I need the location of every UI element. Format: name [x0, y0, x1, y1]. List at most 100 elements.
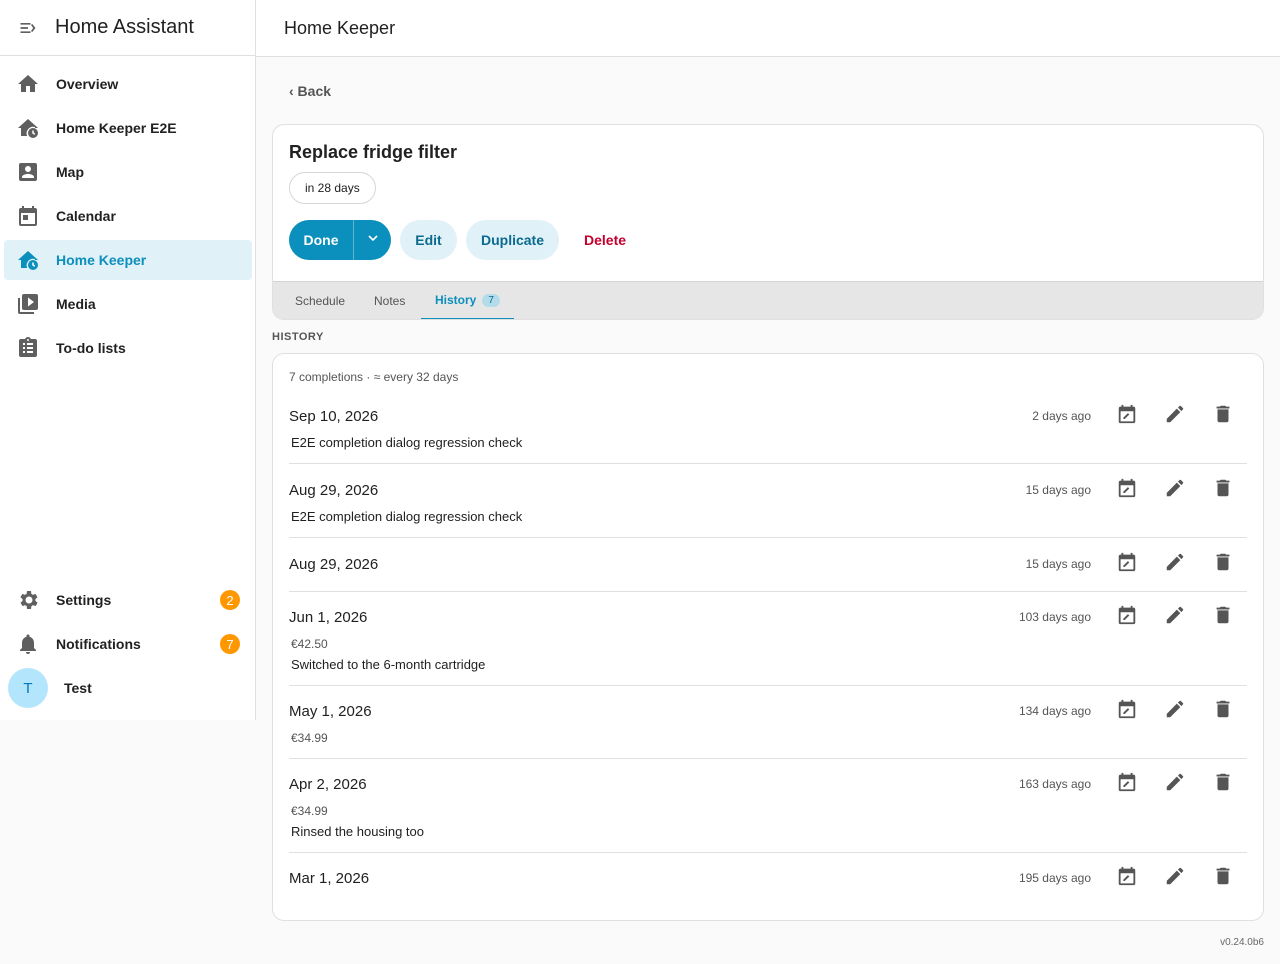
- entry-date: Sep 10, 2026: [289, 407, 379, 425]
- edit-entry-button[interactable]: [1163, 478, 1187, 502]
- reschedule-button[interactable]: [1115, 478, 1139, 502]
- sidebar-item-overview[interactable]: Overview: [4, 64, 252, 104]
- calendar-edit-icon: [1116, 477, 1138, 504]
- trash-icon: [1212, 604, 1234, 631]
- entry-relative-time: 2 days ago: [1032, 409, 1091, 423]
- calendar-edit-icon: [1116, 403, 1138, 430]
- sidebar-item-label: Map: [56, 164, 84, 180]
- sidebar-item-settings[interactable]: Settings 2: [4, 580, 252, 620]
- pencil-icon: [1164, 403, 1186, 430]
- reschedule-button[interactable]: [1115, 772, 1139, 796]
- delete-button[interactable]: Delete: [584, 220, 626, 260]
- settings-badge: 2: [220, 590, 240, 610]
- done-button[interactable]: Done: [289, 220, 354, 260]
- edit-entry-button[interactable]: [1163, 404, 1187, 428]
- history-section-label: HISTORY: [272, 331, 324, 343]
- back-link[interactable]: ‹ Back: [289, 83, 331, 99]
- home-clock-icon: [16, 248, 40, 272]
- trash-icon: [1212, 477, 1234, 504]
- edit-entry-button[interactable]: [1163, 772, 1187, 796]
- top-bar: Home Keeper: [256, 0, 1280, 57]
- trash-icon: [1212, 551, 1234, 578]
- tab-schedule[interactable]: Schedule: [295, 282, 345, 319]
- edit-button[interactable]: Edit: [400, 220, 457, 260]
- sidebar-item-label: Settings: [56, 592, 112, 608]
- pencil-icon: [1164, 865, 1186, 892]
- entry-date: Aug 29, 2026: [289, 481, 379, 499]
- entry-date: Aug 29, 2026: [289, 555, 379, 573]
- sidebar-item-todo-lists[interactable]: To-do lists: [4, 328, 252, 368]
- history-card: 7 completions · ≈ every 32 days Sep 10, …: [272, 353, 1264, 921]
- home-clock-icon: [16, 116, 40, 140]
- tab-label: Notes: [374, 294, 406, 308]
- history-entry: Sep 10, 2026 2 days ago E2E completion dia…: [289, 401, 1247, 464]
- chevron-down-icon: [365, 230, 381, 251]
- entry-cost: €34.99: [291, 804, 328, 818]
- clipboard-list-icon: [16, 336, 40, 360]
- sidebar-item-profile[interactable]: T Test: [4, 668, 252, 708]
- reschedule-button[interactable]: [1115, 552, 1139, 576]
- trash-icon: [1212, 771, 1234, 798]
- duplicate-button[interactable]: Duplicate: [466, 220, 559, 260]
- sidebar-item-notifications[interactable]: Notifications 7: [4, 624, 252, 664]
- trash-icon: [1212, 865, 1234, 892]
- menu-collapse-icon[interactable]: [18, 18, 38, 38]
- entry-date: Jun 1, 2026: [289, 608, 368, 626]
- reschedule-button[interactable]: [1115, 866, 1139, 890]
- pencil-icon: [1164, 551, 1186, 578]
- home-icon: [16, 72, 40, 96]
- bell-icon: [16, 632, 40, 656]
- sidebar-item-home-keeper[interactable]: Home Keeper: [4, 240, 252, 280]
- entry-cost: €34.99: [291, 731, 328, 745]
- sidebar-item-label: Home Keeper E2E: [56, 120, 177, 136]
- entry-cost: €42.50: [291, 637, 328, 651]
- entry-date: Apr 2, 2026: [289, 775, 367, 793]
- delete-entry-button[interactable]: [1211, 478, 1235, 502]
- sidebar-item-label: Media: [56, 296, 96, 312]
- user-name: Test: [64, 680, 92, 696]
- edit-entry-button[interactable]: [1163, 552, 1187, 576]
- due-chip: in 28 days: [289, 172, 376, 204]
- delete-entry-button[interactable]: [1211, 404, 1235, 428]
- done-split-button: Done: [289, 220, 391, 260]
- edit-entry-button[interactable]: [1163, 866, 1187, 890]
- sidebar-item-home-keeper-e2e[interactable]: Home Keeper E2E: [4, 108, 252, 148]
- tab-history[interactable]: History 7: [421, 282, 514, 319]
- calendar-edit-icon: [1116, 551, 1138, 578]
- entry-relative-time: 195 days ago: [1018, 871, 1091, 885]
- history-entry: Mar 1, 2026 195 days ago: [289, 863, 1247, 903]
- trash-icon: [1212, 698, 1234, 725]
- trash-icon: [1212, 403, 1234, 430]
- entry-date: Mar 1, 2026: [289, 869, 370, 887]
- page-title: Home Keeper: [284, 17, 396, 38]
- entry-note: E2E completion dialog regression check: [291, 509, 523, 524]
- tab-label: History: [435, 293, 477, 307]
- sidebar: Home Assistant Overview Home Keeper E2E …: [0, 0, 256, 720]
- sidebar-item-map[interactable]: Map: [4, 152, 252, 192]
- tab-notes[interactable]: Notes: [374, 282, 406, 319]
- entry-relative-time: 103 days ago: [1018, 610, 1091, 624]
- delete-entry-button[interactable]: [1211, 552, 1235, 576]
- reschedule-button[interactable]: [1115, 699, 1139, 723]
- calendar-edit-icon: [1116, 604, 1138, 631]
- edit-entry-button[interactable]: [1163, 605, 1187, 629]
- entry-note: Switched to the 6-month cartridge: [291, 657, 486, 672]
- sidebar-item-calendar[interactable]: Calendar: [4, 196, 252, 236]
- gear-icon: [16, 588, 40, 612]
- history-entry: Jun 1, 2026 103 days ago €42.50 Switched to…: [289, 602, 1247, 686]
- avatar: T: [8, 668, 48, 708]
- edit-entry-button[interactable]: [1163, 699, 1187, 723]
- calendar-icon: [16, 204, 40, 228]
- reschedule-button[interactable]: [1115, 404, 1139, 428]
- version-label: v0.24.0b6: [1220, 937, 1264, 948]
- delete-entry-button[interactable]: [1211, 605, 1235, 629]
- sidebar-item-media[interactable]: Media: [4, 284, 252, 324]
- delete-entry-button[interactable]: [1211, 772, 1235, 796]
- play-box-multiple-icon: [16, 292, 40, 316]
- delete-entry-button[interactable]: [1211, 699, 1235, 723]
- delete-entry-button[interactable]: [1211, 866, 1235, 890]
- notifications-badge: 7: [220, 634, 240, 654]
- done-dropdown-button[interactable]: [354, 220, 391, 260]
- reschedule-button[interactable]: [1115, 605, 1139, 629]
- calendar-edit-icon: [1116, 698, 1138, 725]
